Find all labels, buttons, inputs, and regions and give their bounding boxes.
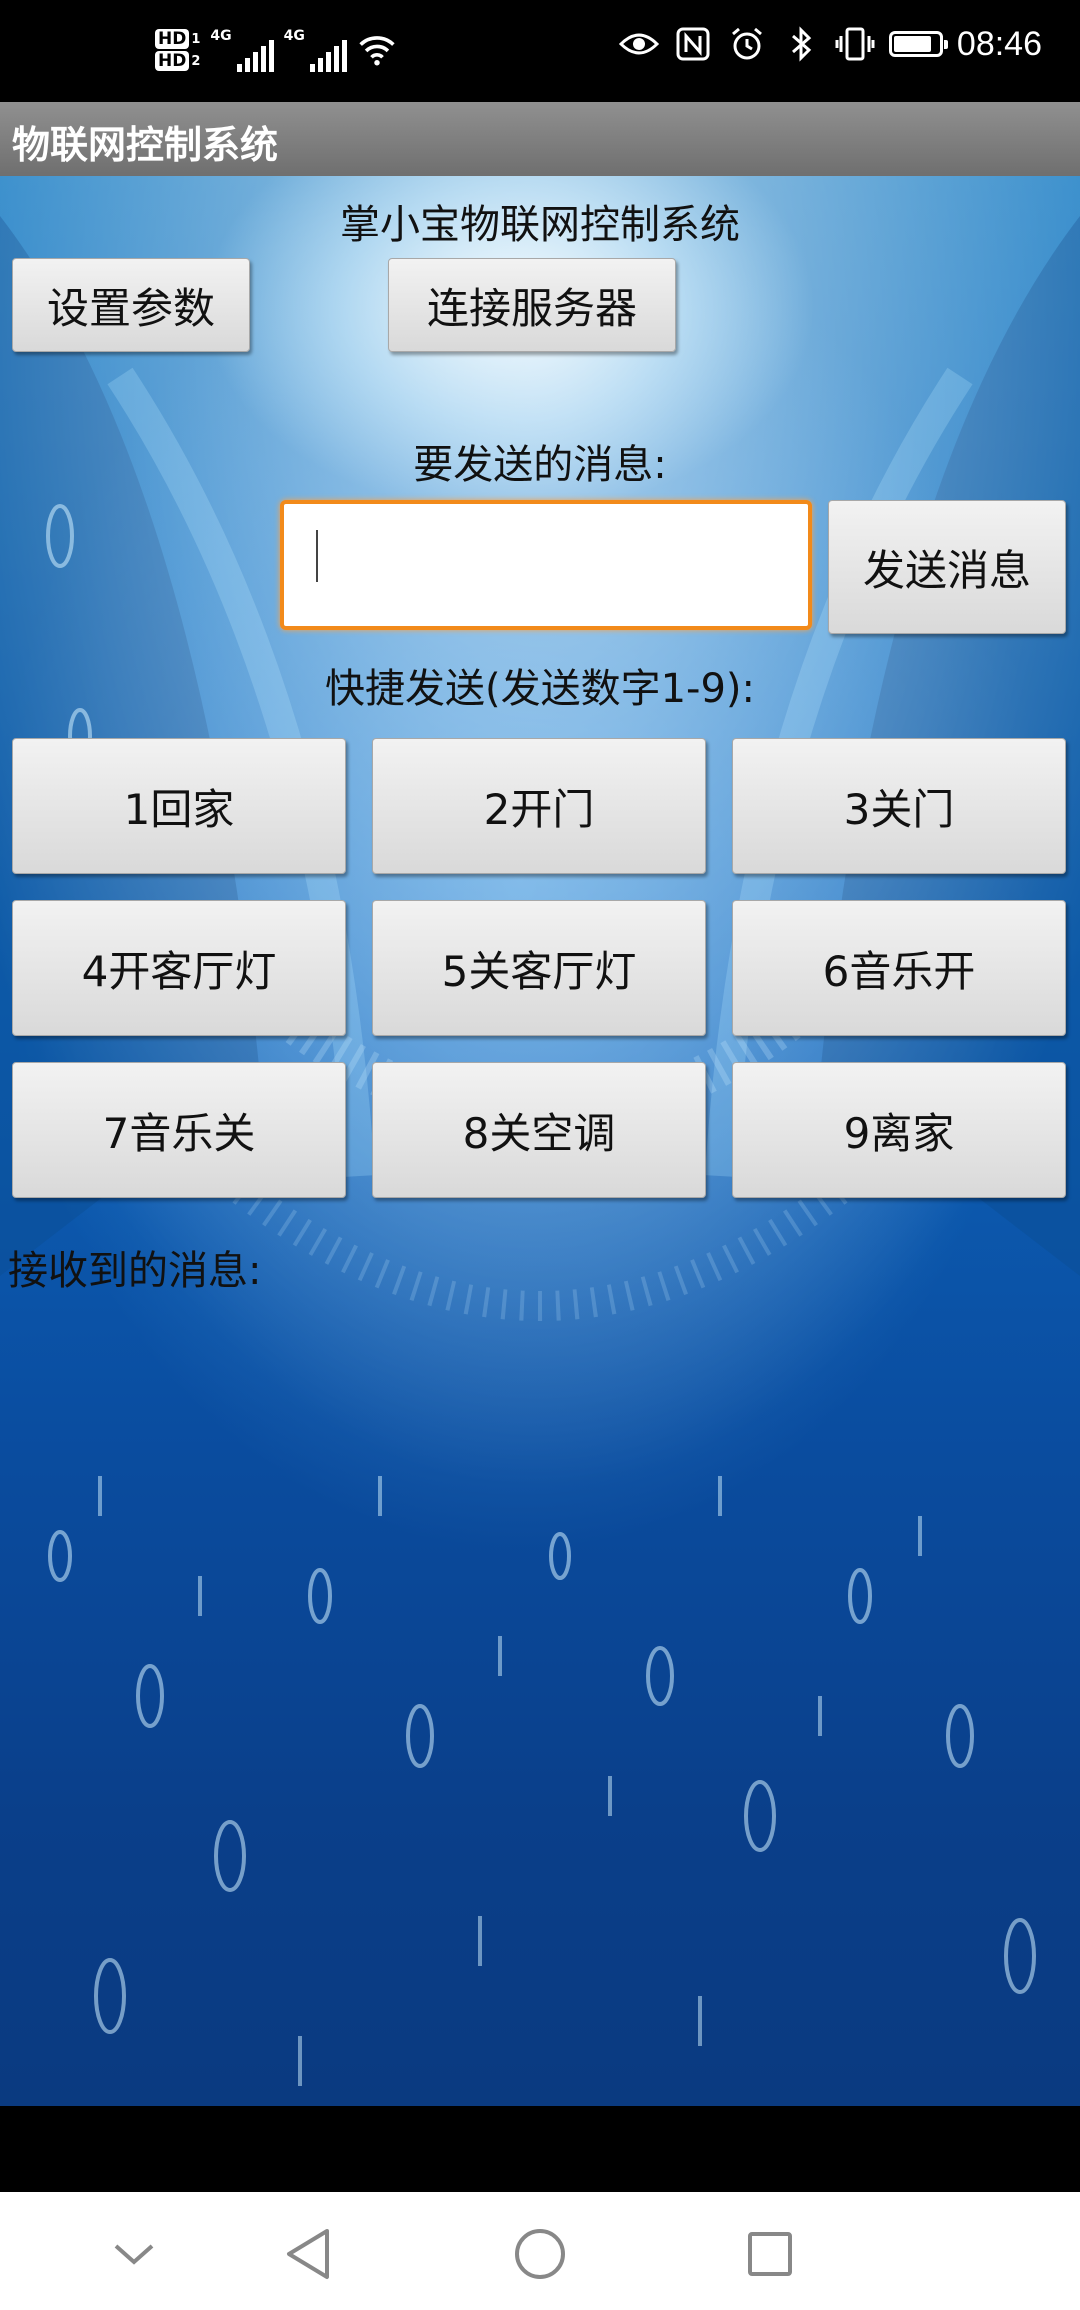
battery-icon [888, 31, 948, 57]
signal-sim1-icon: 4G [210, 28, 274, 72]
quick-button-5[interactable]: 5关客厅灯 [372, 900, 706, 1036]
quick-send-label: 快捷发送(发送数字1-9): [324, 666, 756, 712]
recents-icon[interactable] [742, 2226, 798, 2282]
clock: 08:46 [956, 24, 1042, 63]
vibrate-icon [835, 24, 875, 64]
main-content: 掌小宝物联网控制系统 设置参数 连接服务器 要发送的消息: 发送消息 快捷发送(… [0, 176, 1080, 2106]
settings-button[interactable]: 设置参数 [12, 258, 250, 352]
system-icons: 08:46 [618, 24, 1042, 64]
message-input[interactable] [280, 500, 812, 630]
quick-button-7[interactable]: 7音乐关 [12, 1062, 346, 1198]
alarm-icon [727, 24, 767, 64]
bluetooth-icon [781, 24, 821, 64]
quick-button-9[interactable]: 9离家 [732, 1062, 1066, 1198]
quick-button-4[interactable]: 4开客厅灯 [12, 900, 346, 1036]
signal-sim2-icon: 4G [284, 28, 347, 72]
navigation-bar [0, 2192, 1080, 2310]
eye-icon [618, 24, 659, 64]
received-label: 接收到的消息: [8, 1248, 262, 1294]
app-title: 物联网控制系统 [12, 123, 279, 167]
nfc-icon [673, 24, 713, 64]
hd-badge-sim2: HD 2 [155, 51, 200, 71]
app-title-bar: 物联网控制系统 [0, 102, 1080, 176]
wifi-icon [357, 30, 397, 70]
quick-button-8[interactable]: 8关空调 [372, 1062, 706, 1198]
text-caret [316, 530, 318, 582]
status-bar: HD 1 HD 2 4G 4G 08:46 [0, 0, 1080, 102]
app-heading: 掌小宝物联网控制系统 [340, 202, 740, 248]
home-icon[interactable] [512, 2226, 568, 2282]
quick-button-1[interactable]: 1回家 [12, 738, 346, 874]
back-icon[interactable] [280, 2226, 336, 2282]
message-label: 要发送的消息: [413, 442, 667, 488]
collapse-icon[interactable] [106, 2226, 162, 2282]
quick-button-6[interactable]: 6音乐开 [732, 900, 1066, 1036]
signal-area: HD 1 HD 2 4G 4G [155, 28, 397, 72]
send-message-button[interactable]: 发送消息 [828, 500, 1066, 634]
quick-button-3[interactable]: 3关门 [732, 738, 1066, 874]
hd-badge-sim1: HD 1 [155, 29, 200, 49]
connect-server-button[interactable]: 连接服务器 [388, 258, 676, 352]
bottom-spacer [0, 2106, 1080, 2192]
quick-button-2[interactable]: 2开门 [372, 738, 706, 874]
